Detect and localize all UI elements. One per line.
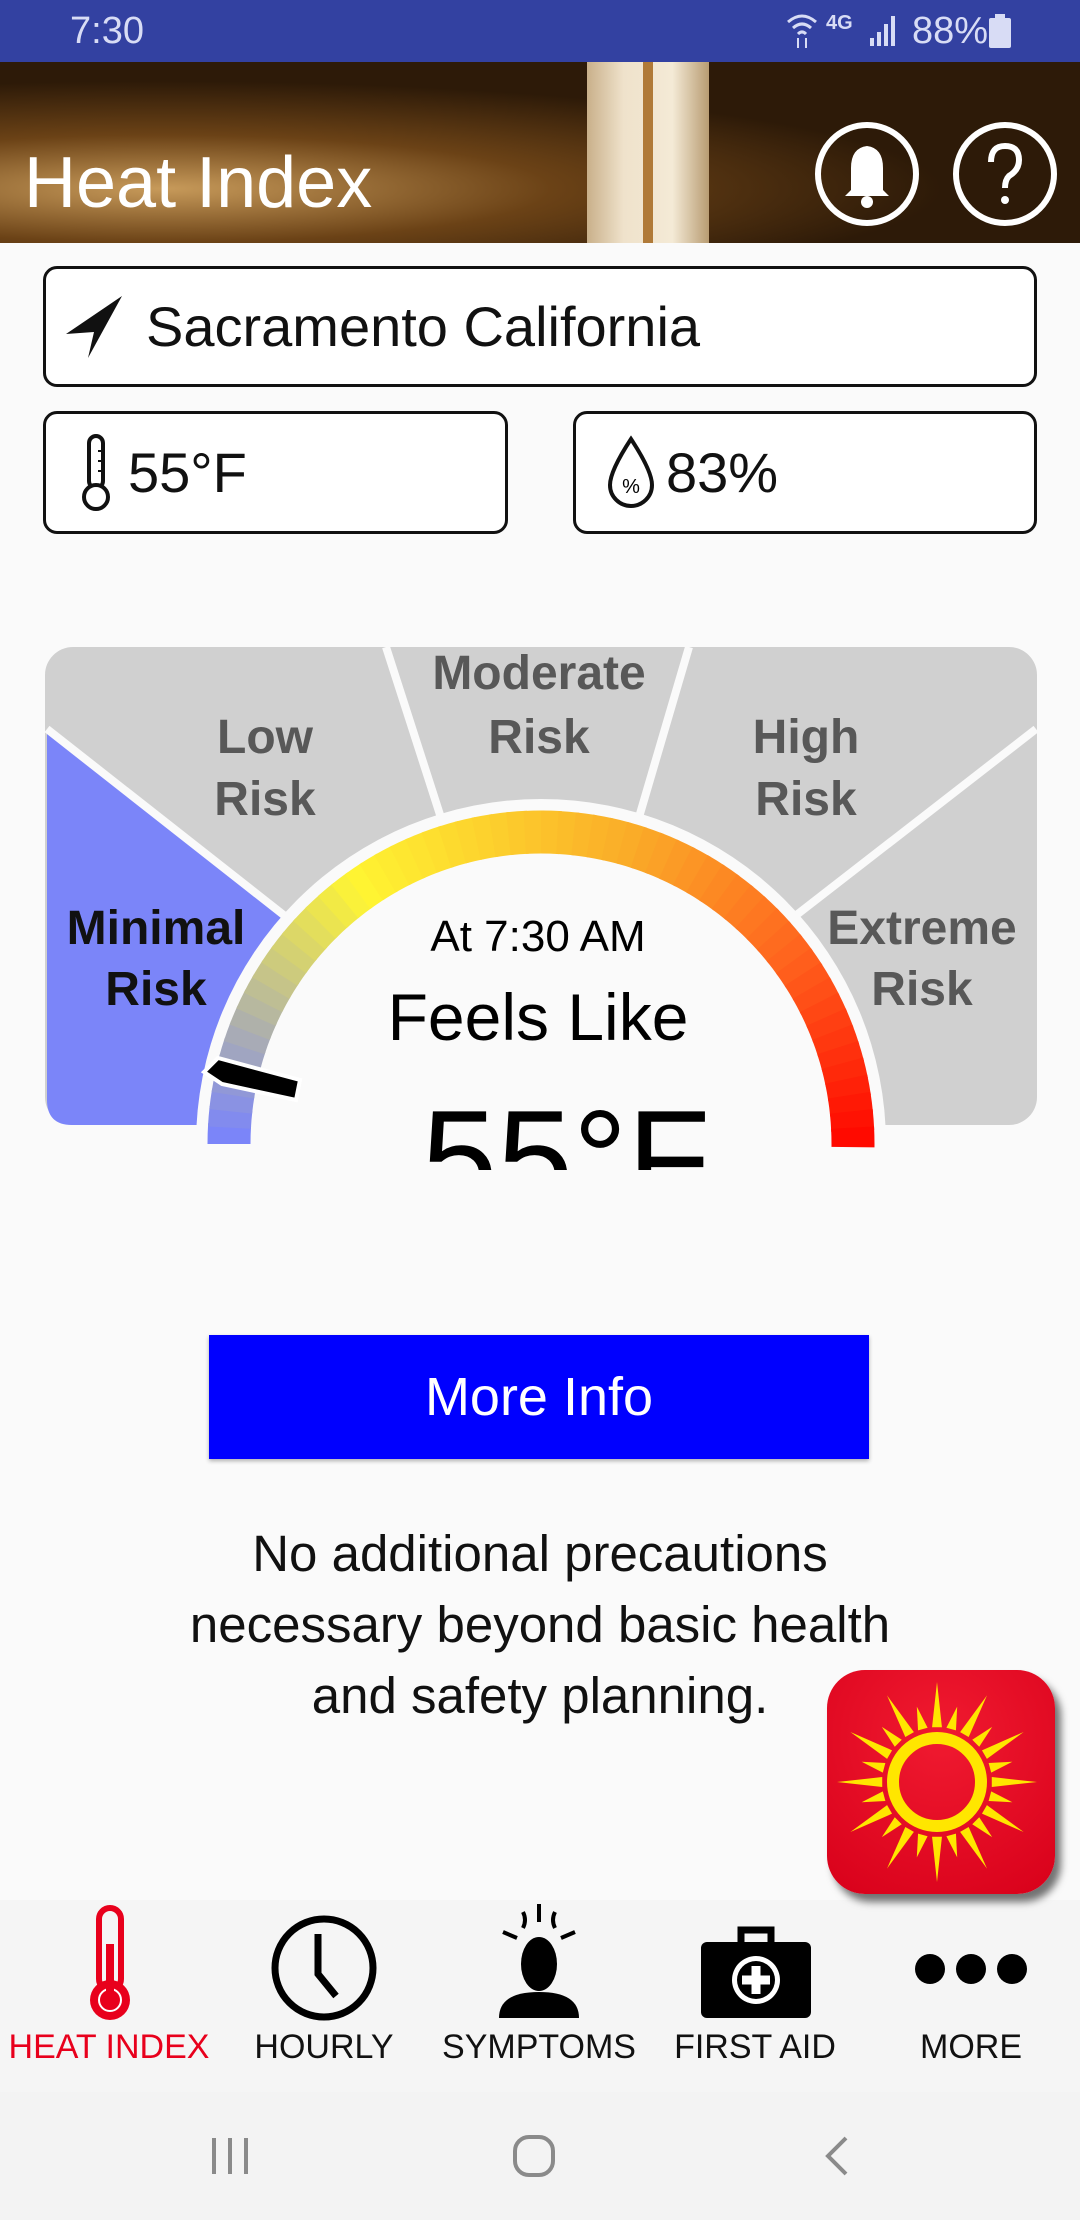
sun-ray xyxy=(850,1732,893,1759)
headache-icon xyxy=(499,1904,579,2018)
help-icon[interactable] xyxy=(951,120,1059,228)
location-arrow-icon xyxy=(66,295,122,358)
sun-ray xyxy=(960,1695,987,1738)
sun-ray xyxy=(881,1726,902,1747)
sun-ray xyxy=(837,1777,883,1787)
sun-ray xyxy=(916,1706,928,1731)
more-dots-icon xyxy=(915,1954,1027,1984)
sun-ray xyxy=(946,1706,958,1731)
status-bar: 7:30 4G 88% xyxy=(0,0,1080,62)
humidity-field: % 83% xyxy=(573,411,1037,534)
location-value: Sacramento California xyxy=(146,295,701,358)
svg-text:%: % xyxy=(622,476,640,498)
location-field[interactable]: Sacramento California xyxy=(43,266,1037,387)
sun-ray xyxy=(972,1726,993,1747)
sun-ray xyxy=(988,1791,1013,1803)
segment-label-moderate-2: Risk xyxy=(488,711,590,764)
segment-label-minimal: Minimal xyxy=(67,902,246,955)
reading-time: At 7:30 AM xyxy=(430,912,645,961)
sun-ray xyxy=(861,1791,886,1803)
feels-like-value: 55°F xyxy=(422,1082,711,1170)
thermometer-icon xyxy=(82,433,110,511)
sun-ray xyxy=(981,1805,1024,1832)
sun-ray xyxy=(991,1777,1037,1787)
sun-ray xyxy=(932,1836,942,1882)
bell-icon[interactable] xyxy=(813,120,921,228)
humidity-value: 83% xyxy=(666,441,779,504)
battery-icon xyxy=(989,14,1011,48)
sun-ray xyxy=(946,1833,958,1858)
temperature-value: 55°F xyxy=(128,441,247,504)
system-nav-bar xyxy=(0,2092,1080,2220)
heat-risk-gauge: Minimal Risk Low Risk Moderate Risk High… xyxy=(44,645,1039,1170)
nav-label: FIRST AID xyxy=(674,2028,836,2066)
first-aid-kit-icon xyxy=(701,1926,811,2018)
battery-level: 88% xyxy=(912,10,989,52)
temperature-field: 55°F xyxy=(43,411,508,534)
sun-ray xyxy=(960,1826,987,1869)
sun-ray xyxy=(981,1732,1024,1759)
sun-ray xyxy=(861,1761,886,1773)
sun-ray xyxy=(932,1682,942,1728)
segment-label-moderate: Moderate xyxy=(432,647,645,700)
segment-label-high-2: Risk xyxy=(755,773,857,826)
sun-ray xyxy=(881,1817,902,1838)
sun-ray xyxy=(887,1695,914,1738)
network-type: 4G xyxy=(826,12,853,34)
segment-label-extreme: Extreme xyxy=(827,902,1016,955)
segment-label-low-2: Risk xyxy=(214,773,316,826)
status-time: 7:30 xyxy=(70,10,144,52)
wifi-icon xyxy=(787,14,817,48)
nav-hourly[interactable]: HOURLY xyxy=(216,1900,432,2092)
segment-label-high: High xyxy=(753,711,860,764)
back-icon[interactable] xyxy=(822,2136,852,2176)
humidity-drop-icon: % xyxy=(607,434,655,508)
segment-label-extreme-2: Risk xyxy=(871,963,973,1016)
sun-ray xyxy=(972,1817,993,1838)
precaution-line: necessary beyond basic health xyxy=(189,1596,891,1653)
app-header: Heat Index xyxy=(0,62,1080,243)
nav-symptoms[interactable]: SYMPTOMS xyxy=(431,1900,647,2092)
signal-icon xyxy=(870,16,895,46)
nav-label: HOURLY xyxy=(254,2028,394,2066)
sun-ray xyxy=(988,1761,1013,1773)
segment-label-low: Low xyxy=(217,711,314,764)
nav-first-aid[interactable]: FIRST AID xyxy=(647,1900,863,2092)
thermometer-image xyxy=(587,62,709,243)
nav-label: HEAT INDEX xyxy=(8,2028,210,2066)
nav-label: MORE xyxy=(920,2028,1022,2066)
precaution-line: No additional precautions xyxy=(252,1525,828,1582)
page-title: Heat Index xyxy=(24,143,373,223)
sun-button[interactable] xyxy=(827,1670,1055,1894)
sun-ray xyxy=(850,1805,893,1832)
nav-label: SYMPTOMS xyxy=(442,2028,636,2066)
clock-icon xyxy=(271,1915,377,2021)
nav-more[interactable]: MORE xyxy=(863,1900,1079,2092)
sun-ray xyxy=(916,1833,928,1858)
more-info-button[interactable]: More Info xyxy=(209,1335,869,1459)
sun-ray xyxy=(887,1826,914,1869)
recent-apps-icon[interactable] xyxy=(210,2136,250,2176)
segment-label-minimal-2: Risk xyxy=(105,963,207,1016)
home-icon[interactable] xyxy=(512,2134,556,2178)
sun-icon xyxy=(837,1682,1037,1882)
feels-like-label: Feels Like xyxy=(388,980,689,1054)
thermometer-icon xyxy=(90,1905,130,2020)
nav-heat-index[interactable]: HEAT INDEX xyxy=(1,1900,217,2092)
